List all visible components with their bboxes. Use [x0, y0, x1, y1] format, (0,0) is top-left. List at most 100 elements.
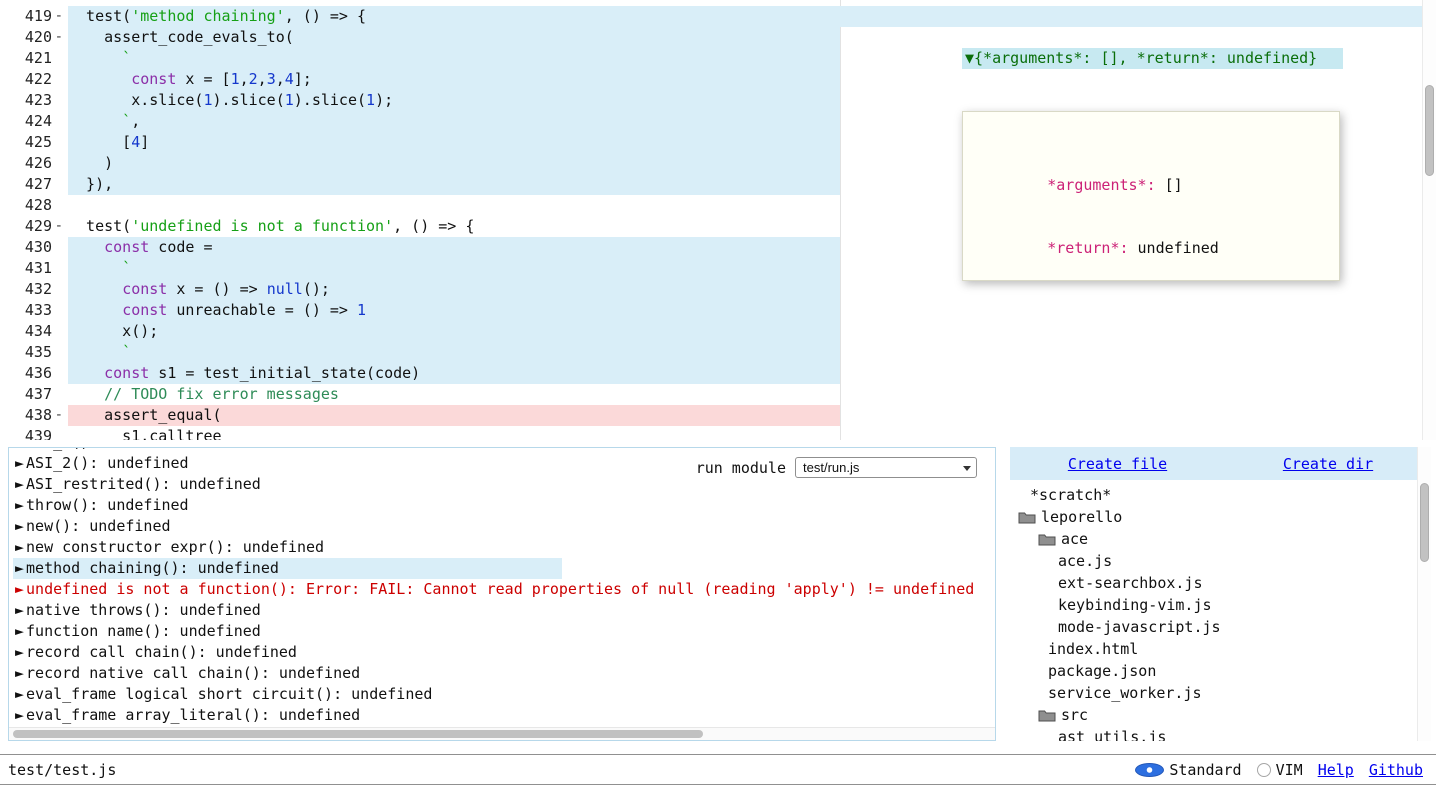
log-entry[interactable]: ►eval_frame array_literal(): undefined [13, 705, 993, 726]
gutter-line[interactable]: 422 [0, 69, 64, 90]
folder-icon [1038, 533, 1056, 546]
log-entry[interactable]: ►method chaining(): undefined [13, 558, 562, 579]
gutter-line[interactable]: 419- [0, 6, 64, 27]
gutter-line[interactable]: 425 [0, 132, 64, 153]
folder-item[interactable]: leporello [1010, 506, 1417, 528]
gutter-line[interactable]: 421 [0, 48, 64, 69]
tooltip-entry[interactable]: *arguments*:[] [963, 154, 1339, 175]
folder-item[interactable]: ace [1010, 528, 1417, 550]
line-number: 436 [25, 364, 52, 382]
code-line[interactable]: ` [68, 342, 1436, 363]
file-name: src [1061, 706, 1088, 724]
file-item[interactable]: *scratch* [1010, 484, 1417, 506]
file-item[interactable]: service_worker.js [1010, 682, 1417, 704]
log-list: ►ASI_1(): undefined►ASI_2(): undefined►A… [13, 447, 993, 726]
expand-arrow-icon[interactable]: ► [15, 475, 24, 493]
log-entry[interactable]: ►eval_frame logical short circuit(): und… [13, 684, 993, 705]
help-link[interactable]: Help [1318, 761, 1354, 779]
file-item[interactable]: index.html [1010, 638, 1417, 660]
gutter-line[interactable]: 439 [0, 426, 64, 440]
gutter-line[interactable]: 435 [0, 342, 64, 363]
expand-arrow-icon[interactable]: ► [15, 706, 24, 724]
editor-scrollbar-thumb[interactable] [1425, 85, 1434, 176]
expand-arrow-icon[interactable]: ► [15, 601, 24, 619]
file-item[interactable]: ast_utils.js [1010, 726, 1417, 741]
editor-scrollbar-track[interactable] [1422, 0, 1436, 440]
mode-standard[interactable]: Standard [1135, 761, 1241, 779]
code-token: test( [68, 7, 131, 25]
log-entry[interactable]: ►throw(): undefined [13, 495, 993, 516]
gutter-line[interactable]: 426 [0, 153, 64, 174]
gutter-line[interactable]: 423 [0, 90, 64, 111]
expand-arrow-icon[interactable]: ► [15, 580, 24, 598]
line-number: 433 [25, 301, 52, 319]
gutter-line[interactable]: 437 [0, 384, 64, 405]
fold-icon[interactable]: - [55, 405, 63, 426]
file-item[interactable]: mode-javascript.js [1010, 616, 1417, 638]
file-item[interactable]: ext-searchbox.js [1010, 572, 1417, 594]
files-scrollbar-thumb[interactable] [1420, 483, 1429, 562]
code-line[interactable]: x(); [68, 321, 1436, 342]
gutter-line[interactable]: 434 [0, 321, 64, 342]
expand-arrow-icon[interactable]: ► [15, 685, 24, 703]
file-name: ast_utils.js [1058, 728, 1166, 741]
tooltip-entry[interactable]: *return*:undefined [963, 217, 1339, 238]
expand-arrow-icon[interactable]: ► [15, 643, 24, 661]
create-file-button[interactable]: Create file [1068, 455, 1167, 473]
expand-arrow-icon[interactable]: ► [15, 496, 24, 514]
expand-arrow-icon[interactable]: ► [15, 622, 24, 640]
file-item[interactable]: package.json [1010, 660, 1417, 682]
fold-icon[interactable]: - [55, 216, 63, 237]
log-entry-label: ASI_1(): undefined [26, 447, 189, 451]
gutter-line[interactable]: 428 [0, 195, 64, 216]
expand-arrow-icon[interactable]: ► [15, 517, 24, 535]
logs-hscrollbar-thumb[interactable] [13, 730, 703, 738]
gutter-line[interactable]: 433 [0, 300, 64, 321]
mode-label[interactable]: VIM [1276, 761, 1303, 779]
folder-item[interactable]: src [1010, 704, 1417, 726]
log-entry[interactable]: ►new(): undefined [13, 516, 993, 537]
code-token [68, 280, 122, 298]
gutter-line[interactable]: 420- [0, 27, 64, 48]
code-line[interactable]: const s1 = test_initial_state(code) [68, 363, 1436, 384]
files-scrollbar-track[interactable] [1417, 447, 1431, 741]
expand-arrow-icon[interactable]: ► [15, 447, 24, 451]
create-dir-button[interactable]: Create dir [1283, 455, 1373, 473]
expand-arrow-icon[interactable]: ► [15, 664, 24, 682]
expand-arrow-icon[interactable]: ► [15, 454, 24, 472]
log-entry[interactable]: ►new constructor expr(): undefined [13, 537, 993, 558]
code-line[interactable]: assert_equal( [68, 405, 1436, 426]
radio-vim[interactable] [1257, 763, 1271, 777]
gutter-line[interactable]: 438- [0, 405, 64, 426]
log-entry[interactable]: ►record native call chain(): undefined [13, 663, 993, 684]
fold-icon[interactable]: - [55, 27, 63, 48]
log-entry[interactable]: ►function name(): undefined [13, 621, 993, 642]
code-token: 1 [357, 301, 366, 319]
code-line[interactable]: // TODO fix error messages [68, 384, 1436, 405]
gutter-line[interactable]: 432 [0, 279, 64, 300]
expand-arrow-icon[interactable]: ► [15, 538, 24, 556]
mode-vim[interactable]: VIM [1257, 761, 1303, 779]
gutter-line[interactable]: 431 [0, 258, 64, 279]
code-token: const [122, 280, 167, 298]
expand-arrow-icon[interactable]: ► [15, 559, 24, 577]
file-item[interactable]: ace.js [1010, 550, 1417, 572]
tooltip-header[interactable]: ▼{*arguments*: [], *return*: undefined} [962, 48, 1343, 69]
gutter-line[interactable]: 436 [0, 363, 64, 384]
line-number: 426 [25, 154, 52, 172]
code-line[interactable]: s1.calltree [68, 426, 1436, 440]
gutter-line[interactable]: 424 [0, 111, 64, 132]
log-entry[interactable]: ►record call chain(): undefined [13, 642, 993, 663]
log-entry[interactable]: ►undefined is not a function(): Error: F… [13, 579, 993, 600]
github-link[interactable]: Github [1369, 761, 1423, 779]
gutter-line[interactable]: 430 [0, 237, 64, 258]
file-item[interactable]: keybinding-vim.js [1010, 594, 1417, 616]
mode-label[interactable]: Standard [1169, 761, 1241, 779]
gutter-line[interactable]: 429- [0, 216, 64, 237]
fold-icon[interactable]: - [55, 6, 63, 27]
log-entry[interactable]: ►native throws(): undefined [13, 600, 993, 621]
radio-standard[interactable] [1135, 763, 1164, 777]
run-module-select[interactable]: test/run.js [795, 457, 977, 478]
gutter-line[interactable]: 427 [0, 174, 64, 195]
logs-hscrollbar-track[interactable] [9, 727, 995, 740]
